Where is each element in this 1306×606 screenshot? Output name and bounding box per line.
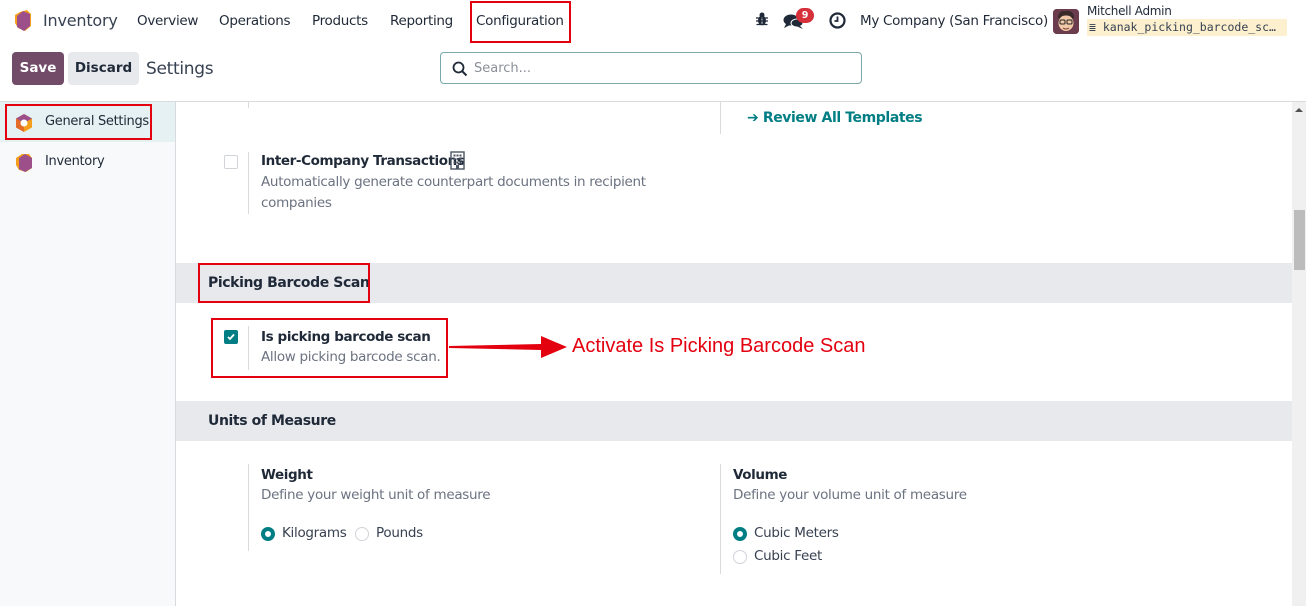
weight-title: Weight [261, 467, 313, 483]
menu-overview[interactable]: Overview [137, 13, 198, 29]
volume-title: Volume [733, 467, 788, 483]
section-title: Units of Measure [208, 413, 336, 429]
radio-label-kilograms[interactable]: Kilograms [282, 525, 347, 541]
building-icon [450, 151, 465, 170]
inter-company-description: Automatically generate counterpart docum… [261, 174, 646, 190]
radio-label-cubic-meters[interactable]: Cubic Meters [754, 525, 839, 541]
radio-label-pounds[interactable]: Pounds [376, 525, 423, 541]
user-avatar[interactable] [1053, 9, 1079, 34]
section-header-uom: Units of Measure [176, 401, 1292, 441]
annotation-arrow-icon [449, 336, 567, 358]
annotation-text: Activate Is Picking Barcode Scan [572, 335, 866, 357]
search-input[interactable] [474, 57, 854, 79]
menu-products[interactable]: Products [312, 13, 368, 29]
radio-cubic-meters[interactable] [733, 527, 747, 541]
discard-button[interactable]: Discard [68, 52, 139, 85]
setting-divider [720, 464, 721, 574]
weight-description: Define your weight unit of measure [261, 487, 491, 503]
company-switcher[interactable]: My Company (San Francisco) [860, 13, 1048, 29]
breadcrumb-settings: Settings [146, 59, 214, 79]
radio-cubic-feet[interactable] [733, 550, 747, 564]
menu-reporting[interactable]: Reporting [390, 13, 453, 29]
inventory-app-icon[interactable] [13, 10, 33, 32]
setting-divider [248, 102, 249, 108]
scroll-up-arrow-icon[interactable] [1295, 108, 1303, 112]
save-button[interactable]: Save [12, 52, 64, 85]
menu-operations[interactable]: Operations [219, 13, 291, 29]
content-scrollbar[interactable] [1292, 102, 1306, 606]
setting-divider [248, 464, 249, 551]
setting-divider [720, 102, 721, 134]
inter-company-description-cont: companies [261, 195, 332, 211]
database-name: ≣ kanak_picking_barcode_sc… [1087, 19, 1287, 36]
arrow-right-icon: ➔ [747, 110, 763, 126]
general-settings-highlight-box [5, 104, 152, 140]
search-box[interactable] [440, 52, 862, 84]
user-name[interactable]: Mitchell Admin [1087, 4, 1172, 18]
database-icon: ≣ [1089, 20, 1103, 34]
inventory-icon [16, 154, 32, 172]
scrollbar-thumb[interactable] [1294, 210, 1305, 270]
inter-company-checkbox[interactable] [224, 155, 238, 169]
setting-divider [248, 152, 249, 214]
review-all-templates-link[interactable]: ➔ Review All Templates [747, 110, 923, 126]
inter-company-title: Inter-Company Transactions [261, 153, 465, 169]
picking-section-highlight-box [198, 263, 370, 303]
radio-kilograms[interactable] [261, 527, 275, 541]
search-icon [452, 61, 468, 77]
database-label: kanak_picking_barcode_sc… [1102, 20, 1276, 34]
app-name[interactable]: Inventory [43, 11, 118, 30]
activity-clock-icon[interactable] [829, 12, 846, 29]
configuration-highlight-box [470, 1, 571, 43]
radio-pounds[interactable] [355, 527, 369, 541]
picking-setting-highlight-box [211, 318, 448, 378]
messages-badge: 9 [796, 8, 814, 23]
volume-description: Define your volume unit of measure [733, 487, 967, 503]
sidebar-item-inventory[interactable]: Inventory [0, 142, 175, 182]
sidebar-label: Inventory [45, 154, 105, 169]
radio-label-cubic-feet[interactable]: Cubic Feet [754, 548, 822, 564]
top-navbar: Inventory Overview Operations Products R… [0, 0, 1306, 43]
settings-sidebar: General Settings Inventory [0, 102, 176, 606]
debug-bug-icon[interactable] [755, 11, 769, 27]
